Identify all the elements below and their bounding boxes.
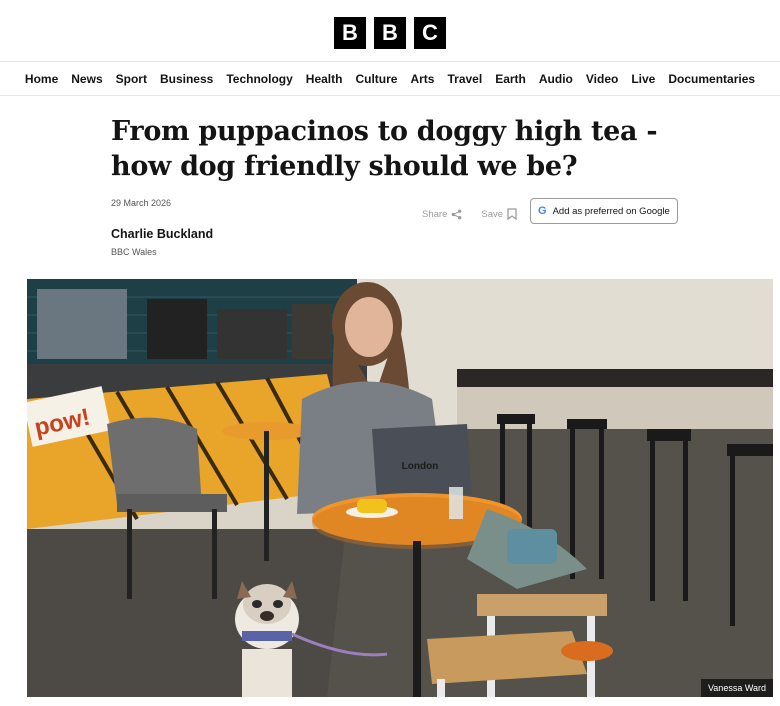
nav-item-documentaries[interactable]: Documentaries xyxy=(668,72,755,86)
nav-item-culture[interactable]: Culture xyxy=(355,72,397,86)
nav-item-technology[interactable]: Technology xyxy=(226,72,292,86)
logo-letter-b2: B xyxy=(374,16,406,49)
author-name: Charlie Buckland xyxy=(111,227,214,241)
nav-item-arts[interactable]: Arts xyxy=(410,72,434,86)
nav-item-health[interactable]: Health xyxy=(306,72,343,86)
main-nav: Home News Sport Business Technology Heal… xyxy=(0,62,780,96)
nav-item-business[interactable]: Business xyxy=(160,72,213,86)
image-credit: Vanessa Ward xyxy=(700,679,773,697)
masthead: B B C xyxy=(0,0,780,62)
laptop-sticker-text: London xyxy=(402,461,439,472)
nav-item-news[interactable]: News xyxy=(71,72,102,86)
logo-letter-b1: B xyxy=(334,16,366,49)
article-date: 29 March 2026 xyxy=(111,198,172,208)
share-label: Share xyxy=(422,208,448,220)
nav-item-audio[interactable]: Audio xyxy=(539,72,573,86)
bbc-logo[interactable]: B B C xyxy=(334,16,446,49)
article-headline: From puppacinos to doggy high tea - how … xyxy=(111,116,658,182)
share-icon xyxy=(452,209,462,219)
nav-item-home[interactable]: Home xyxy=(25,72,58,86)
google-g-icon: G xyxy=(538,205,547,217)
save-button[interactable]: Save xyxy=(481,208,517,220)
logo-letter-c: C xyxy=(414,16,446,49)
article-hero-image: pow! London Vanessa Ward xyxy=(27,279,773,697)
preferred-label: Add as preferred on Google xyxy=(552,205,670,217)
nav-item-sport[interactable]: Sport xyxy=(116,72,147,86)
add-preferred-google-button[interactable]: G Add as preferred on Google xyxy=(530,198,678,224)
nav-item-earth[interactable]: Earth xyxy=(495,72,526,86)
nav-item-video[interactable]: Video xyxy=(586,72,618,86)
save-label: Save xyxy=(481,208,504,220)
nav-item-live[interactable]: Live xyxy=(631,72,655,86)
author-organisation: BBC Wales xyxy=(111,247,157,257)
article-actions: Share Save G Add as preferred on Google xyxy=(422,198,678,224)
nav-item-travel[interactable]: Travel xyxy=(447,72,482,86)
share-button[interactable]: Share xyxy=(422,209,462,220)
cafe-photo-illustration: pow! London xyxy=(27,279,773,697)
bookmark-icon xyxy=(507,208,517,220)
